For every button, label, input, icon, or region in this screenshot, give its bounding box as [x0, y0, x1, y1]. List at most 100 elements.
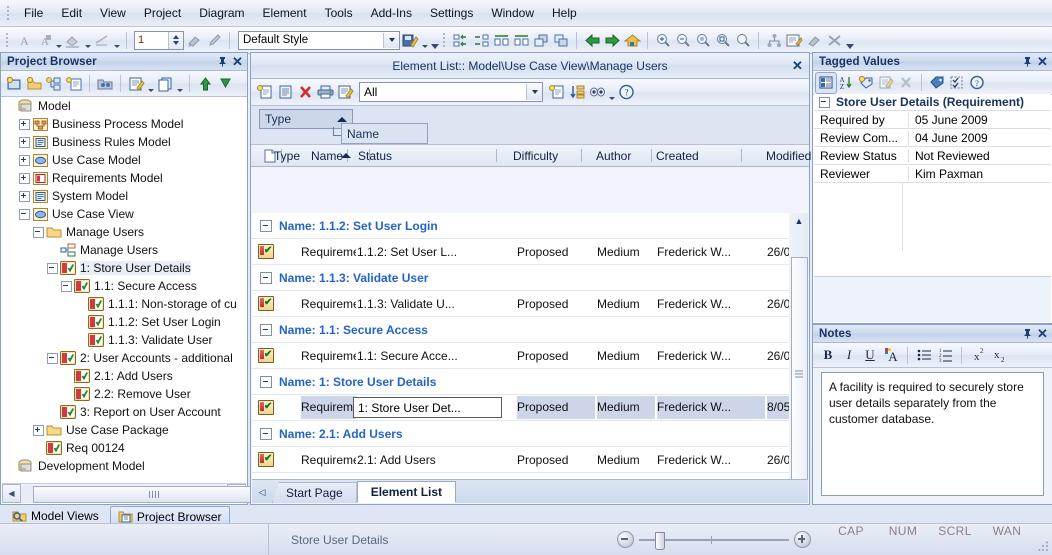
fill-color-dropdown-arrow[interactable] — [83, 28, 92, 52]
tree-item[interactable]: 1: Store User Details — [2, 259, 246, 277]
group-collapse-box[interactable] — [260, 219, 272, 232]
vscroll-up-arrow[interactable]: ▲ — [791, 213, 807, 229]
style-combobox-arrow[interactable] — [383, 32, 399, 48]
table-row[interactable]: ✔ Requirement1.1.3: Validate U... Proposed… — [252, 291, 789, 317]
numbered-list-icon[interactable]: 123 — [935, 346, 955, 365]
move-down-icon[interactable] — [215, 74, 235, 94]
expand-icon[interactable] — [18, 154, 31, 167]
group-by-bar[interactable]: Type Name — [251, 106, 809, 145]
zoom-to-selection-icon[interactable] — [693, 30, 713, 50]
font-color-icon[interactable]: A — [881, 346, 901, 365]
group-chip-type[interactable]: Type — [259, 109, 353, 129]
eyedropper-icon[interactable] — [204, 30, 224, 50]
table-row[interactable]: ✔ Requirement2.1: Add Users Proposed Medium… — [252, 447, 789, 473]
add-column-icon[interactable] — [547, 82, 567, 102]
font-icon[interactable]: A — [14, 30, 34, 50]
align-right-icon[interactable] — [471, 30, 491, 50]
column-header-type[interactable]: Type — [274, 149, 300, 163]
zoom-in-icon[interactable] — [653, 30, 673, 50]
edit-notes-icon[interactable] — [784, 30, 804, 50]
view-options-icon[interactable] — [587, 82, 607, 102]
sort-icon[interactable] — [567, 82, 587, 102]
group-chip-name[interactable]: Name — [341, 123, 428, 144]
table-row[interactable]: ✔ Requirement1.1: Secure Acce... Proposed M… — [252, 343, 789, 369]
toolbar-gripper-2[interactable] — [440, 31, 448, 49]
tagged-value-value[interactable]: Kim Paxman — [909, 167, 1051, 181]
new-element-icon[interactable] — [64, 74, 84, 94]
align-top-icon[interactable] — [491, 30, 511, 50]
expand-icon[interactable] — [32, 424, 45, 437]
menu-edit[interactable]: Edit — [52, 3, 91, 23]
expander-box[interactable] — [47, 262, 58, 274]
font-style-icon[interactable]: A — [34, 30, 54, 50]
zoom-slider-thumb[interactable] — [655, 531, 665, 550]
tree-item[interactable]: Manage Users — [2, 241, 246, 259]
menu-settings[interactable]: Settings — [421, 3, 482, 23]
tree-item[interactable]: 1.1: Secure Access — [2, 277, 246, 295]
new-package-icon[interactable] — [24, 74, 44, 94]
column-header-status[interactable]: Status — [358, 149, 392, 163]
project-browser-tree[interactable]: Model Business Process Model Business Rule… — [2, 97, 246, 483]
column-header-author[interactable]: Author — [596, 149, 631, 163]
notes-close-icon[interactable]: ✕ — [1035, 326, 1050, 341]
navigate-back-icon[interactable] — [582, 30, 602, 50]
style-combobox[interactable]: Default Style — [238, 30, 400, 50]
tree-item[interactable]: Use Case Package — [2, 421, 246, 439]
tabstrip-prev-arrow[interactable]: ◁ — [252, 481, 272, 503]
zoom-in-button-icon[interactable] — [794, 531, 811, 548]
zoom-out-button-icon[interactable] — [617, 531, 634, 548]
view-options-dropdown-arrow[interactable] — [607, 80, 616, 104]
column-header-created[interactable]: Created — [656, 149, 699, 163]
tagged-value-row[interactable]: Review Status Not Reviewed — [814, 146, 1051, 164]
tagged-values-grid[interactable]: Store User Details (Requirement) Require… — [814, 94, 1051, 322]
resize-grip[interactable] — [1033, 524, 1052, 555]
group-sort-ascending-icon[interactable] — [337, 116, 347, 122]
tree-item[interactable]: Business Process Model — [2, 115, 246, 133]
collapse-icon[interactable] — [60, 280, 73, 293]
toolbar-overflow-2[interactable] — [844, 29, 855, 51]
menu-tools[interactable]: Tools — [316, 3, 362, 23]
tagged-values-help-icon[interactable]: ? — [967, 73, 987, 93]
group-row[interactable]: Name: 1.1.2: Set User Login — [252, 213, 789, 239]
group-row[interactable]: Name: 1.1: Secure Access — [252, 317, 789, 343]
zoom-to-fit-icon[interactable] — [713, 30, 733, 50]
expander-box[interactable] — [19, 172, 30, 184]
tagged-value-value[interactable]: Not Reviewed — [909, 149, 1051, 163]
expander-box[interactable] — [33, 226, 44, 238]
column-divider[interactable] — [741, 149, 742, 162]
tagged-value-row[interactable]: Required by 05 June 2009 — [814, 110, 1051, 128]
group-collapse-box[interactable] — [260, 323, 272, 336]
tree-item[interactable]: 1.1.2: Set User Login — [2, 313, 246, 331]
copy-dropdown-arrow[interactable] — [175, 72, 184, 96]
tree-item[interactable]: Req 00124 — [2, 439, 246, 457]
tree-item[interactable]: 3: Report on User Account — [2, 403, 246, 421]
tree-item[interactable]: 2: User Accounts - additional — [2, 349, 246, 367]
save-style-icon[interactable] — [400, 30, 420, 50]
vscroll-thumb[interactable] — [790, 257, 808, 491]
menu-element[interactable]: Element — [254, 3, 316, 23]
toolbar-gripper-1[interactable] — [3, 31, 11, 49]
element-list-close-icon[interactable]: ✕ — [790, 58, 805, 73]
new-diagram-icon[interactable] — [44, 74, 64, 94]
menu-gripper[interactable] — [4, 4, 12, 22]
close-icon[interactable]: ✕ — [230, 54, 245, 69]
tagged-values-group-header[interactable]: Store User Details (Requirement) — [814, 94, 1051, 110]
underline-icon[interactable]: U — [860, 346, 880, 365]
tagged-value-value[interactable]: 05 June 2009 — [909, 113, 1051, 127]
line-width-stepper[interactable] — [134, 30, 184, 50]
group-row[interactable]: Name: 1.1.3: Validate User — [252, 265, 789, 291]
menu-help[interactable]: Help — [543, 3, 586, 23]
properties-icon[interactable] — [126, 74, 146, 94]
search-model-icon[interactable] — [95, 74, 115, 94]
group-row[interactable]: Name: 2.1: Add Users — [252, 421, 789, 447]
expander-box[interactable] — [61, 280, 72, 292]
column-divider[interactable] — [581, 149, 582, 162]
expand-icon[interactable] — [18, 190, 31, 203]
italic-icon[interactable]: I — [839, 346, 859, 365]
help-icon[interactable]: ? — [616, 82, 636, 102]
collapse-icon[interactable] — [46, 352, 59, 365]
zoom-slider-track[interactable] — [639, 531, 789, 550]
bold-icon[interactable]: B — [818, 346, 838, 365]
filter-combobox-arrow[interactable] — [526, 84, 542, 100]
edit-tag-icon[interactable] — [876, 73, 896, 93]
